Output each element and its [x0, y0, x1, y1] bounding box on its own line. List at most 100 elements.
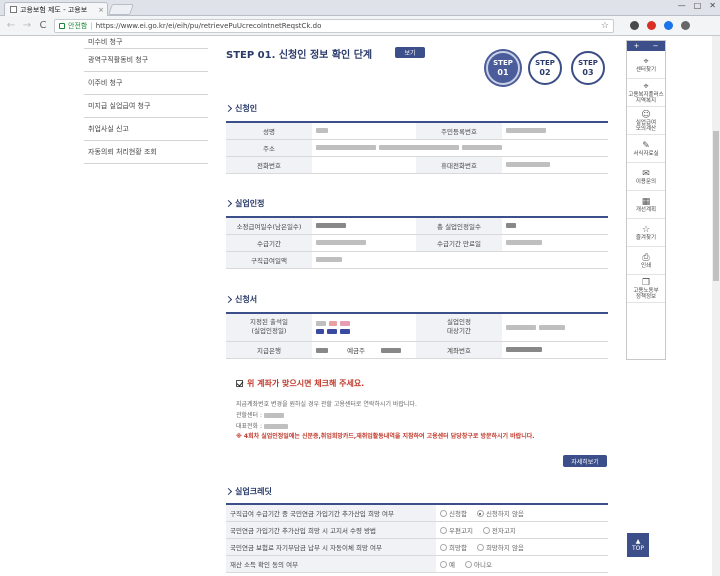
credit-option[interactable]: 희망하지 않음 [476, 543, 524, 552]
credit-question: 국민연금 보험료 자기부담금 납부 시 자동이체 희망 여부 [226, 538, 436, 556]
cell-value [312, 139, 608, 157]
zoom-in-icon[interactable]: + [634, 42, 640, 50]
cell-value [312, 234, 416, 252]
leftnav-item[interactable]: 이주비 청구 [84, 72, 208, 95]
maximize-icon[interactable]: □ [694, 1, 702, 10]
back-icon[interactable]: ← [6, 20, 16, 31]
cell-value: 예금주 [312, 341, 416, 359]
chevron-right-icon [224, 199, 233, 208]
radio-icon[interactable] [440, 544, 447, 551]
cell-value [502, 217, 608, 235]
credit-option[interactable]: 우편고지 [440, 527, 473, 535]
credit-option[interactable]: 희망함 [440, 544, 467, 552]
chevron-right-icon [224, 487, 233, 496]
quick-menu-item[interactable]: ⎙ 인쇄 [627, 247, 665, 275]
credit-options: 신청함 신청하지 않음 [436, 504, 608, 522]
quick-menu-item[interactable]: ✉ 이용문의 [627, 163, 665, 191]
quick-menu: + − ⌖ 센터찾기 ⌖ 고용복지플러스 지역복지 ☺ 실업급여 모의계산 ✎ 서식자료실 ✉ 이… [626, 40, 666, 360]
step-indicator-2: STEP 02 [528, 51, 562, 85]
scrollbar-thumb[interactable] [713, 131, 719, 281]
leftnav-item[interactable]: 취업사실 신고 [84, 118, 208, 141]
cell-value [312, 313, 416, 342]
scroll-top-button[interactable]: ▲ TOP [627, 533, 649, 557]
cell-value [502, 156, 608, 174]
account-confirm-label: 위 계좌가 맞으시면 체크해 주세요. [247, 379, 365, 388]
credit-option-label: 희망함 [449, 543, 467, 552]
credit-row: 구직급여 수급기간 중 국민연금 가입기간 추가산입 희망 여부 신청함 신청하지 … [226, 504, 608, 522]
chat-icon: ✉ [642, 168, 650, 179]
new-tab-button[interactable] [107, 4, 135, 15]
view-button[interactable]: 보기 [395, 47, 425, 58]
bookmark-star-icon[interactable]: ☆ [601, 21, 609, 31]
notice-center-label: 관할센터 : [236, 412, 263, 419]
forward-icon[interactable]: → [22, 20, 32, 31]
leftnav-item[interactable]: 자동의뢰 처리현황 조회 [84, 141, 208, 164]
extension-icon[interactable] [664, 21, 673, 30]
radio-icon[interactable] [440, 510, 447, 518]
step-number: 03 [582, 68, 594, 77]
detail-button[interactable]: 자세히보기 [563, 455, 607, 467]
cell-label: 지정된 출석일 (실업인정일) [226, 313, 312, 342]
chevron-right-icon [224, 295, 233, 304]
quick-menu-item[interactable]: ☺ 실업급여 모의계산 [627, 107, 665, 135]
scrollbar[interactable] [712, 36, 720, 576]
secure-label: 안전함 [68, 21, 88, 30]
quick-menu-item[interactable]: ⌖ 센터찾기 [627, 51, 665, 79]
quick-menu-item[interactable]: ✎ 서식자료실 [627, 135, 665, 163]
credit-table: 구직급여 수급기간 중 국민연금 가입기간 추가산입 희망 여부 신청함 신청하지 … [226, 503, 608, 573]
close-tab-icon[interactable]: × [98, 6, 107, 14]
cell-label: 주소 [226, 139, 312, 157]
step-label: STEP [535, 59, 555, 67]
minimize-icon[interactable]: — [678, 1, 686, 10]
radio-icon[interactable] [476, 510, 484, 518]
radio-icon[interactable] [464, 561, 472, 568]
chevron-right-icon [224, 104, 233, 113]
browser-tab[interactable]: 고용보험 제도 - 고용보 × [4, 2, 108, 16]
quick-menu-item[interactable]: ☆ 즐겨찾기 [627, 219, 665, 247]
credit-options: 우편고지 전자고지 [436, 521, 608, 539]
cell-value [312, 122, 416, 140]
quick-menu-item[interactable]: ❐ 고용노동부 정책정보 [627, 275, 665, 303]
credit-option[interactable]: 신청함 [440, 510, 467, 518]
credit-option[interactable]: 전자고지 [482, 527, 516, 535]
cell-value [312, 217, 416, 235]
quick-menu-item[interactable]: ▦ 개선계획 [627, 191, 665, 219]
account-confirm[interactable]: 위 계좌가 맞으시면 체크해 주세요. [236, 378, 364, 389]
extension-icon[interactable] [630, 21, 639, 30]
cell-label: 수급기간 만료일 [416, 234, 502, 252]
section-application: 신청서 [224, 294, 257, 305]
url-text[interactable]: https://www.ei.go.kr/ei/eih/pu/retrieveP… [96, 22, 598, 30]
credit-option-label: 희망하지 않음 [485, 543, 524, 552]
radio-icon[interactable] [440, 527, 447, 534]
reload-icon[interactable]: C [38, 20, 48, 31]
account-confirm-checkbox[interactable] [236, 380, 243, 387]
tab-title: 고용보험 제도 - 고용보 [20, 5, 88, 14]
section-recognition: 실업인정 [224, 198, 264, 209]
radio-icon[interactable] [476, 544, 484, 551]
section-credit: 실업크레딧 [224, 486, 272, 497]
zoom-out-icon[interactable]: − [653, 42, 659, 50]
quick-menu-item[interactable]: ⌖ 고용복지플러스 지역복지 [627, 79, 665, 107]
lock-icon [59, 22, 65, 29]
credit-option-label: 아니오 [473, 560, 492, 569]
cell-label: 수급기간 [226, 234, 312, 252]
extension-icon[interactable] [647, 21, 656, 30]
credit-option[interactable]: 아니오 [464, 560, 492, 569]
cell-value [502, 313, 608, 342]
leftnav-item[interactable]: 미수비 청구 [84, 36, 208, 49]
cell-label: 실업인정 대상기간 [416, 313, 502, 342]
leftnav-item[interactable]: 광역구직활동비 청구 [84, 49, 208, 72]
address-toolbar: ← → C 안전함 | https://www.ei.go.kr/ei/eih/… [0, 16, 720, 36]
credit-option-label: 예 [449, 560, 455, 569]
radio-icon[interactable] [440, 561, 447, 568]
leftnav-item[interactable]: 미지급 실업급여 청구 [84, 95, 208, 118]
credit-option[interactable]: 예 [440, 561, 455, 569]
step-number: 01 [497, 68, 509, 77]
menu-icon[interactable] [681, 21, 690, 30]
address-bar[interactable]: 안전함 | https://www.ei.go.kr/ei/eih/pu/ret… [54, 18, 614, 33]
window-close-icon[interactable]: ✕ [709, 1, 716, 10]
page-title: STEP 01. 신청인 정보 확인 단계 [226, 50, 373, 61]
credit-option[interactable]: 신청하지 않음 [476, 510, 524, 518]
radio-icon[interactable] [482, 527, 490, 534]
cell-value [502, 341, 608, 359]
